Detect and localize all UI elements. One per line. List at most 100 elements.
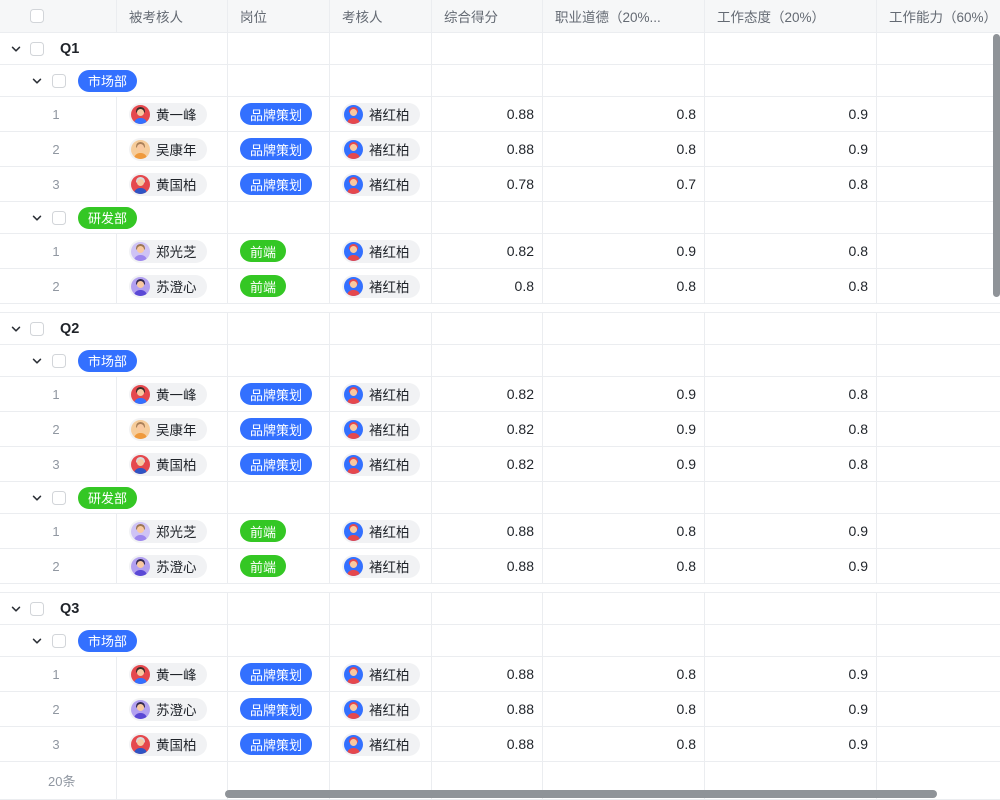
person-cell[interactable]: 黄一峰: [117, 657, 228, 691]
department-checkbox[interactable]: [52, 74, 66, 88]
position-cell[interactable]: 品牌策划: [228, 167, 330, 201]
reviewer-cell[interactable]: 褚红柏: [330, 234, 432, 268]
score-cell[interactable]: 0.88: [432, 692, 543, 726]
reviewer-cell[interactable]: 褚红柏: [330, 132, 432, 166]
ethics-cell[interactable]: 0.8: [543, 549, 705, 583]
department-checkbox[interactable]: [52, 211, 66, 225]
reviewer-cell[interactable]: 褚红柏: [330, 549, 432, 583]
attitude-cell[interactable]: 0.8: [705, 412, 877, 446]
person-cell[interactable]: 黄国柏: [117, 167, 228, 201]
chevron-down-icon[interactable]: [31, 635, 43, 647]
header-cell-reviewer[interactable]: 考核人: [330, 0, 432, 32]
department-group-cell[interactable]: 市场部: [0, 65, 228, 96]
vertical-scrollbar-thumb[interactable]: [993, 34, 1000, 297]
attitude-cell[interactable]: 0.9: [705, 514, 877, 548]
score-cell[interactable]: 0.88: [432, 97, 543, 131]
attitude-cell[interactable]: 0.9: [705, 549, 877, 583]
reviewer-cell[interactable]: 褚红柏: [330, 514, 432, 548]
department-group-cell[interactable]: 研发部: [0, 482, 228, 513]
chevron-down-icon[interactable]: [31, 492, 43, 504]
ability-cell[interactable]: [877, 132, 1000, 166]
score-cell[interactable]: 0.78: [432, 167, 543, 201]
position-cell[interactable]: 品牌策划: [228, 727, 330, 761]
score-cell[interactable]: 0.88: [432, 132, 543, 166]
ethics-cell[interactable]: 0.8: [543, 132, 705, 166]
quarter-group-cell[interactable]: Q1: [0, 33, 228, 64]
reviewer-cell[interactable]: 褚红柏: [330, 692, 432, 726]
header-cell-attitude[interactable]: 工作态度（20%）: [705, 0, 877, 32]
person-cell[interactable]: 黄一峰: [117, 97, 228, 131]
score-cell[interactable]: 0.88: [432, 727, 543, 761]
reviewer-cell[interactable]: 褚红柏: [330, 167, 432, 201]
score-cell[interactable]: 0.82: [432, 377, 543, 411]
quarter-group-cell[interactable]: Q2: [0, 313, 228, 344]
ability-cell[interactable]: [877, 377, 1000, 411]
quarter-checkbox[interactable]: [30, 602, 44, 616]
horizontal-scrollbar-thumb[interactable]: [225, 790, 937, 798]
reviewer-cell[interactable]: 褚红柏: [330, 377, 432, 411]
ethics-cell[interactable]: 0.9: [543, 447, 705, 481]
department-checkbox[interactable]: [52, 634, 66, 648]
person-cell[interactable]: 黄国柏: [117, 727, 228, 761]
ethics-cell[interactable]: 0.9: [543, 412, 705, 446]
attitude-cell[interactable]: 0.8: [705, 234, 877, 268]
ability-cell[interactable]: [877, 692, 1000, 726]
chevron-down-icon[interactable]: [10, 43, 22, 55]
row-index-cell[interactable]: 1: [0, 657, 117, 691]
header-cell-score[interactable]: 综合得分: [432, 0, 543, 32]
attitude-cell[interactable]: 0.8: [705, 167, 877, 201]
score-cell[interactable]: 0.88: [432, 657, 543, 691]
person-cell[interactable]: 苏澄心: [117, 269, 228, 303]
department-checkbox[interactable]: [52, 491, 66, 505]
position-cell[interactable]: 前端: [228, 514, 330, 548]
ethics-cell[interactable]: 0.8: [543, 692, 705, 726]
person-cell[interactable]: 吴康年: [117, 412, 228, 446]
ability-cell[interactable]: [877, 412, 1000, 446]
position-cell[interactable]: 品牌策划: [228, 412, 330, 446]
header-cell-position[interactable]: 岗位: [228, 0, 330, 32]
ability-cell[interactable]: [877, 97, 1000, 131]
chevron-down-icon[interactable]: [31, 212, 43, 224]
reviewer-cell[interactable]: 褚红柏: [330, 447, 432, 481]
person-cell[interactable]: 郑光芝: [117, 234, 228, 268]
chevron-down-icon[interactable]: [10, 323, 22, 335]
position-cell[interactable]: 品牌策划: [228, 447, 330, 481]
select-all-checkbox[interactable]: [30, 9, 44, 23]
ethics-cell[interactable]: 0.8: [543, 269, 705, 303]
header-cell-person[interactable]: 被考核人: [117, 0, 228, 32]
attitude-cell[interactable]: 0.9: [705, 97, 877, 131]
person-cell[interactable]: 吴康年: [117, 132, 228, 166]
score-cell[interactable]: 0.88: [432, 514, 543, 548]
score-cell[interactable]: 0.82: [432, 447, 543, 481]
row-index-cell[interactable]: 2: [0, 132, 117, 166]
ability-cell[interactable]: [877, 727, 1000, 761]
reviewer-cell[interactable]: 褚红柏: [330, 657, 432, 691]
row-index-cell[interactable]: 1: [0, 514, 117, 548]
ability-cell[interactable]: [877, 167, 1000, 201]
score-cell[interactable]: 0.88: [432, 549, 543, 583]
department-group-cell[interactable]: 市场部: [0, 345, 228, 376]
department-group-cell[interactable]: 市场部: [0, 625, 228, 656]
row-index-cell[interactable]: 1: [0, 97, 117, 131]
position-cell[interactable]: 品牌策划: [228, 657, 330, 691]
ethics-cell[interactable]: 0.7: [543, 167, 705, 201]
person-cell[interactable]: 苏澄心: [117, 692, 228, 726]
row-index-cell[interactable]: 2: [0, 549, 117, 583]
ability-cell[interactable]: [877, 447, 1000, 481]
attitude-cell[interactable]: 0.8: [705, 269, 877, 303]
row-index-cell[interactable]: 3: [0, 727, 117, 761]
position-cell[interactable]: 前端: [228, 269, 330, 303]
ability-cell[interactable]: [877, 269, 1000, 303]
person-cell[interactable]: 苏澄心: [117, 549, 228, 583]
score-cell[interactable]: 0.8: [432, 269, 543, 303]
department-group-cell[interactable]: 研发部: [0, 202, 228, 233]
ability-cell[interactable]: [877, 549, 1000, 583]
attitude-cell[interactable]: 0.8: [705, 447, 877, 481]
quarter-group-cell[interactable]: Q3: [0, 593, 228, 624]
quarter-checkbox[interactable]: [30, 322, 44, 336]
attitude-cell[interactable]: 0.8: [705, 377, 877, 411]
reviewer-cell[interactable]: 褚红柏: [330, 412, 432, 446]
score-cell[interactable]: 0.82: [432, 234, 543, 268]
ability-cell[interactable]: [877, 514, 1000, 548]
ability-cell[interactable]: [877, 234, 1000, 268]
